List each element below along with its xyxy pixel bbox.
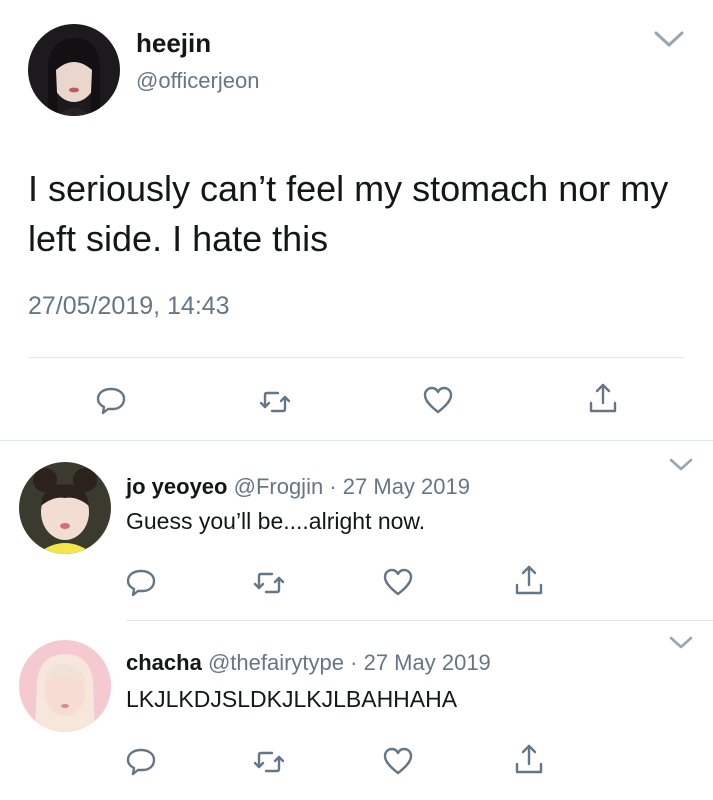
chevron-down-icon[interactable] bbox=[668, 634, 694, 652]
separator: · bbox=[329, 474, 337, 499]
divider bbox=[126, 620, 713, 621]
author-handle[interactable]: @Frogjin bbox=[234, 474, 324, 499]
heart-icon bbox=[383, 747, 413, 775]
reply-button[interactable] bbox=[94, 383, 128, 417]
author-name[interactable]: chacha bbox=[126, 650, 202, 675]
author-name[interactable]: jo yeoyeo bbox=[126, 474, 227, 499]
share-icon bbox=[515, 565, 543, 595]
reply-header: chacha @thefairytype · 27 May 2019 bbox=[126, 650, 491, 676]
reply-button[interactable] bbox=[124, 565, 158, 599]
speech-bubble-icon bbox=[96, 387, 126, 415]
divider bbox=[0, 440, 713, 441]
share-icon bbox=[515, 744, 543, 774]
avatar[interactable] bbox=[19, 640, 111, 732]
reply-date[interactable]: 27 May 2019 bbox=[343, 474, 470, 499]
chevron-down-icon[interactable] bbox=[668, 456, 694, 474]
share-icon bbox=[589, 383, 617, 413]
reply-header: jo yeoyeo @Frogjin · 27 May 2019 bbox=[126, 474, 470, 500]
reply-text: Guess you’ll be....alright now. bbox=[126, 508, 426, 534]
retweet-icon bbox=[253, 751, 285, 773]
retweet-button[interactable] bbox=[258, 385, 292, 419]
author-handle[interactable]: @thefairytype bbox=[208, 650, 344, 675]
tweet-text: I seriously can’t feel my stomach nor my… bbox=[28, 168, 669, 259]
like-button[interactable] bbox=[381, 565, 415, 599]
speech-bubble-icon bbox=[126, 569, 156, 597]
retweet-icon bbox=[259, 391, 291, 413]
speech-bubble-icon bbox=[126, 748, 156, 776]
divider bbox=[28, 357, 685, 358]
share-button[interactable] bbox=[512, 742, 546, 776]
reply-button[interactable] bbox=[124, 744, 158, 778]
retweet-icon bbox=[253, 572, 285, 594]
like-button[interactable] bbox=[381, 744, 415, 778]
avatar[interactable] bbox=[28, 24, 120, 116]
chevron-down-icon[interactable] bbox=[652, 28, 686, 50]
like-button[interactable] bbox=[421, 383, 455, 417]
separator: · bbox=[350, 650, 358, 675]
retweet-button[interactable] bbox=[252, 566, 286, 600]
tweet-timestamp[interactable]: 27/05/2019, 14:43 bbox=[28, 292, 230, 321]
reply-text: LKJLKDJSLDKJLKJLBAHHAHA bbox=[126, 686, 458, 712]
author-handle[interactable]: @officerjeon bbox=[136, 68, 259, 94]
heart-icon bbox=[423, 386, 453, 414]
share-button[interactable] bbox=[512, 563, 546, 597]
author-name[interactable]: heejin bbox=[136, 28, 211, 59]
heart-icon bbox=[383, 568, 413, 596]
retweet-button[interactable] bbox=[252, 745, 286, 779]
avatar[interactable] bbox=[19, 462, 111, 554]
share-button[interactable] bbox=[586, 381, 620, 415]
reply-date[interactable]: 27 May 2019 bbox=[364, 650, 491, 675]
